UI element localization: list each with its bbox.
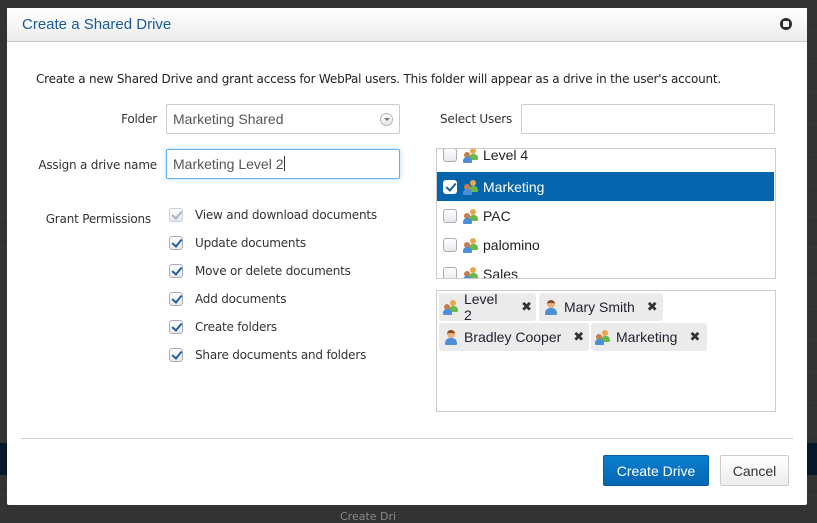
user-list-item[interactable]: PAC <box>437 201 767 230</box>
permission-update[interactable]: Update documents <box>169 234 306 252</box>
user-checkbox[interactable] <box>443 179 457 194</box>
user-icon <box>543 299 559 315</box>
group-icon <box>463 208 479 224</box>
user-name: palomino <box>483 236 540 253</box>
tag-name: Bradley Cooper <box>464 329 562 345</box>
user-list-item[interactable]: Level 4 <box>437 148 767 169</box>
folder-select[interactable]: Marketing Shared <box>166 104 400 134</box>
tag-name: Marketing <box>616 329 678 345</box>
folder-select-value: Marketing Shared <box>173 111 284 127</box>
user-name: PAC <box>483 207 511 224</box>
user-name: Marketing <box>483 178 545 195</box>
folder-label: Folder <box>121 112 157 126</box>
group-icon <box>443 299 459 315</box>
group-icon <box>463 266 479 278</box>
checkbox-add[interactable] <box>169 292 183 306</box>
selected-tag: Bradley Cooper ✖ <box>439 323 589 351</box>
group-icon <box>595 329 611 345</box>
permission-label: Share documents and folders <box>195 348 367 362</box>
user-checkbox[interactable] <box>443 266 457 278</box>
tag-name: Mary Smith <box>564 299 635 315</box>
grant-permissions-label: Grant Permissions <box>45 212 151 226</box>
user-name: Sales <box>483 265 519 279</box>
user-list-item-selected[interactable]: Marketing <box>437 172 774 201</box>
dialog-header: Create a Shared Drive <box>7 8 807 42</box>
permission-create-folders[interactable]: Create folders <box>169 318 277 336</box>
permission-label: View and download documents <box>195 208 377 222</box>
drive-name-label: Assign a drive name <box>38 158 157 172</box>
user-icon <box>443 329 459 345</box>
selected-users-box: Level 2 ✖ Mary Smith ✖ Bradley Cooper ✖ … <box>436 290 776 412</box>
user-name: Level 4 <box>483 148 529 163</box>
permission-share[interactable]: Share documents and folders <box>169 346 366 364</box>
group-icon <box>463 149 479 163</box>
group-icon <box>463 179 479 195</box>
close-icon[interactable]: ✖ <box>689 330 700 345</box>
cancel-button[interactable]: Cancel <box>720 455 789 486</box>
user-checkbox[interactable] <box>443 208 457 223</box>
checkbox-share[interactable] <box>169 348 183 362</box>
checkbox-update[interactable] <box>169 236 183 250</box>
user-list[interactable]: Level 4 Marketing PAC palomino Sales <box>436 148 776 279</box>
tag-name: Level 2 <box>463 291 498 323</box>
user-list-item[interactable]: palomino <box>437 230 767 259</box>
create-drive-button[interactable]: Create Drive <box>603 455 709 486</box>
checkbox-view-download[interactable] <box>169 208 183 222</box>
intro-text: Create a new Shared Drive and grant acce… <box>36 72 722 86</box>
permission-label: Create folders <box>195 320 277 334</box>
chevron-down-icon[interactable] <box>380 113 393 126</box>
footer-divider <box>21 438 793 439</box>
checkbox-create-folders[interactable] <box>169 320 183 334</box>
select-users-label: Select Users <box>440 112 513 126</box>
close-icon[interactable]: ✖ <box>521 300 532 315</box>
selected-tag: Level 2 ✖ <box>439 291 536 323</box>
user-checkbox[interactable] <box>443 149 457 162</box>
create-shared-drive-dialog: Create a Shared Drive Create a new Share… <box>7 8 807 505</box>
permission-label: Add documents <box>195 292 287 306</box>
user-checkbox[interactable] <box>443 237 457 252</box>
group-icon <box>463 237 479 253</box>
permission-move-delete[interactable]: Move or delete documents <box>169 262 351 280</box>
checkbox-move-delete[interactable] <box>169 264 183 278</box>
drive-name-value: Marketing Level 2 <box>173 156 284 172</box>
dialog-title: Create a Shared Drive <box>22 16 172 33</box>
drive-name-input[interactable]: Marketing Level 2 <box>166 149 400 179</box>
text-cursor <box>283 156 285 171</box>
background-text: Create Dri <box>340 510 397 523</box>
close-icon[interactable]: ✖ <box>647 300 658 315</box>
close-icon[interactable] <box>780 18 792 30</box>
user-search-input[interactable] <box>521 104 775 134</box>
user-list-item[interactable]: Sales <box>437 259 767 279</box>
permission-view-download[interactable]: View and download documents <box>169 206 377 224</box>
selected-tag: Mary Smith ✖ <box>539 293 663 321</box>
permission-add[interactable]: Add documents <box>169 290 286 308</box>
selected-tag: Marketing ✖ <box>591 323 707 351</box>
close-icon[interactable]: ✖ <box>573 330 584 345</box>
permission-label: Move or delete documents <box>195 264 351 278</box>
permission-label: Update documents <box>195 236 306 250</box>
